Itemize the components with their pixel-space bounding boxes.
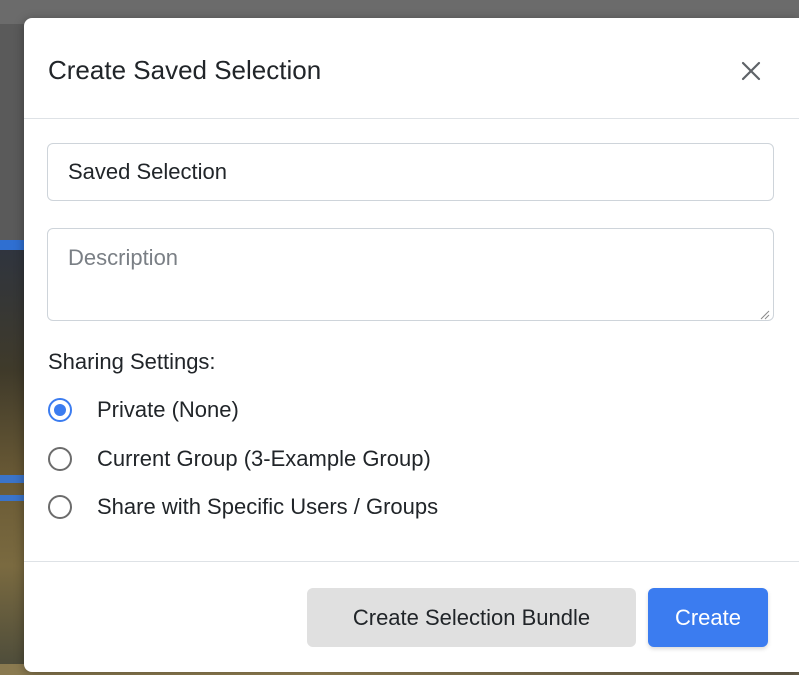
selection-name-input[interactable] bbox=[47, 143, 774, 201]
sharing-option-specific-users[interactable]: Share with Specific Users / Groups bbox=[48, 492, 748, 522]
modal-body: Sharing Settings: Private (None) Current… bbox=[24, 119, 799, 561]
resize-grip-icon[interactable] bbox=[760, 307, 770, 320]
description-textarea[interactable] bbox=[47, 228, 774, 321]
modal-title: Create Saved Selection bbox=[48, 55, 322, 85]
modal-footer: Create Selection Bundle Create bbox=[24, 561, 799, 672]
create-selection-bundle-button[interactable]: Create Selection Bundle bbox=[307, 588, 636, 647]
radio-specific-users[interactable] bbox=[48, 495, 72, 519]
background-accent bbox=[0, 240, 24, 250]
radio-current-group[interactable] bbox=[48, 447, 72, 471]
background-accent bbox=[0, 475, 24, 483]
sharing-option-label: Current Group (3-Example Group) bbox=[97, 446, 431, 471]
radio-private[interactable] bbox=[48, 398, 72, 422]
background-accent bbox=[0, 495, 24, 501]
sharing-settings-label: Sharing Settings: bbox=[48, 349, 216, 374]
sharing-option-current-group[interactable]: Current Group (3-Example Group) bbox=[48, 444, 748, 474]
sharing-option-label: Private (None) bbox=[97, 397, 239, 422]
close-button[interactable] bbox=[732, 52, 770, 90]
sharing-option-label: Share with Specific Users / Groups bbox=[97, 494, 439, 519]
background-app-strip bbox=[0, 240, 24, 675]
modal-header: Create Saved Selection bbox=[24, 18, 799, 119]
close-icon bbox=[732, 52, 770, 90]
create-saved-selection-dialog: Create Saved Selection Sharing Settings:… bbox=[24, 18, 799, 672]
create-button[interactable]: Create bbox=[648, 588, 768, 647]
sharing-option-private[interactable]: Private (None) bbox=[48, 395, 748, 425]
